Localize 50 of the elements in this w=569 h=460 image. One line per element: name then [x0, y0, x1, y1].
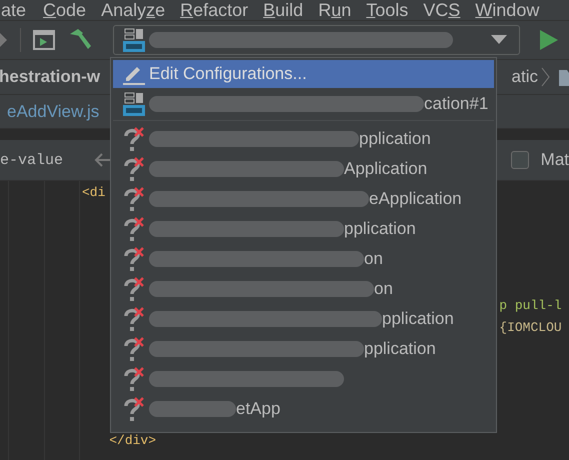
breadcrumb-item[interactable]: hestration-w — [0, 67, 100, 87]
menu-item[interactable]: pplication — [113, 124, 494, 154]
menu-item[interactable]: Application — [113, 154, 494, 184]
menu-item[interactable]: Edit Configurations... — [113, 60, 494, 88]
menu-item[interactable]: ate — [1, 0, 44, 20]
menu-item[interactable]: pplication — [113, 304, 494, 334]
menu-item[interactable]: etApp — [113, 394, 494, 424]
menu-item[interactable]: Window — [475, 0, 554, 20]
run-icon[interactable] — [540, 30, 558, 50]
breadcrumb-item[interactable]: atic — [512, 67, 538, 87]
arrow-icon[interactable] — [94, 153, 110, 167]
chevron-icon — [541, 67, 551, 87]
menu-item[interactable]: Run — [318, 0, 366, 20]
menu-item[interactable]: Analyze — [101, 0, 180, 20]
menu-item[interactable]: eApplication — [113, 184, 494, 214]
api-icon — [123, 92, 145, 116]
code-text: <di — [82, 185, 106, 200]
menu-item[interactable]: cation#1 — [113, 88, 494, 121]
menu-item[interactable]: VCS — [423, 0, 476, 20]
question-mark-icon — [123, 276, 145, 302]
question-mark-icon — [123, 366, 145, 392]
menu-item[interactable]: on — [113, 244, 494, 274]
menu-item[interactable]: Tools — [366, 0, 424, 20]
menu-item[interactable]: Build — [263, 0, 318, 20]
hammer-icon[interactable] — [68, 28, 92, 52]
question-mark-icon — [123, 156, 145, 182]
menu-item[interactable]: pplication — [113, 214, 494, 244]
question-mark-icon — [123, 396, 145, 422]
question-mark-icon — [123, 126, 145, 152]
question-mark-icon — [123, 186, 145, 212]
checkbox[interactable] — [510, 151, 529, 169]
menu-item[interactable]: pplication — [113, 334, 494, 364]
question-mark-icon — [123, 306, 145, 332]
menu-item[interactable]: on — [113, 274, 494, 304]
menu-item[interactable]: Code — [43, 0, 102, 20]
question-mark-icon — [123, 216, 145, 242]
checkbox-label[interactable]: Mat — [540, 150, 569, 170]
editor-tab[interactable]: eAddView.js — [7, 102, 100, 122]
code-text: </div> — [108, 432, 156, 448]
api-icon — [123, 28, 145, 52]
code-text: {IOMCLOU — [498, 320, 562, 335]
run-config-dropdown[interactable] — [113, 25, 520, 55]
question-mark-icon — [123, 336, 145, 362]
menu-item[interactable]: Refactor — [180, 0, 264, 20]
search-field[interactable]: e-value — [0, 152, 82, 168]
arrow-icon[interactable] — [0, 33, 8, 47]
question-mark-icon — [123, 246, 145, 272]
code-text: p pull-l — [498, 298, 562, 312]
caret-icon — [491, 35, 507, 45]
terminal-icon[interactable] — [33, 30, 55, 50]
